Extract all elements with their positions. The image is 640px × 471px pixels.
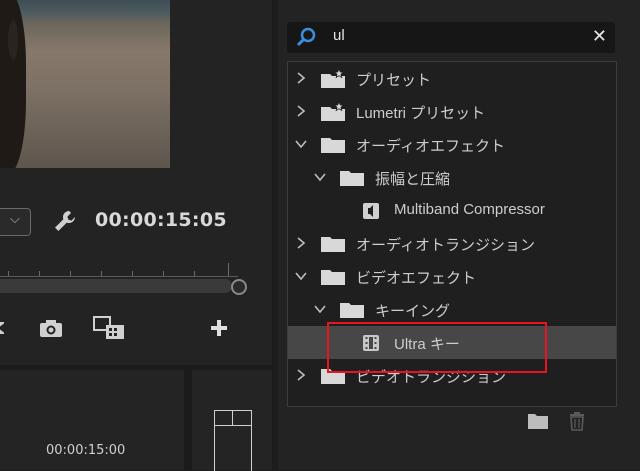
preset-folder-icon [321,69,345,88]
tree-item-audio-effects[interactable]: オーディオエフェクト [288,128,616,161]
tree-item-amplitude-compression[interactable]: 振幅と圧縮 [288,161,616,194]
chevron-down-icon[interactable] [295,138,307,150]
new-bin-icon[interactable] [527,412,549,430]
tree-item-label: キーイング [375,303,451,320]
audio-meter [214,410,252,471]
timeline-timecode: 00:00:15:00 [46,443,126,458]
playhead-timecode[interactable]: 00:00:15:05 [95,209,227,231]
tree-item-label: Multiband Compressor [394,201,545,218]
tree-item-lumetri-presets[interactable]: Lumetri プリセット [288,95,616,128]
chevron-down-icon[interactable] [295,270,307,282]
chevron-down-icon[interactable] [314,171,326,183]
search-icon [296,27,316,47]
chevron-down-icon: ⌵ [10,212,20,227]
chevron-down-icon[interactable] [314,303,326,315]
tree-item-label: 振幅と圧縮 [375,171,451,188]
tree-item-multiband-compressor[interactable]: Multiband Compressor [288,194,616,227]
time-ruler[interactable] [0,258,238,277]
chevron-right-icon[interactable] [295,369,307,381]
folder-icon [321,237,345,252]
zoom-scrollbar[interactable] [0,279,232,293]
audio-effect-icon [363,203,379,219]
step-back-icon[interactable] [0,316,10,340]
search-input[interactable]: ul [333,27,345,44]
tree-item-label: オーディオトランジション [356,237,535,254]
program-monitor-panel: ⌵ 00:00:15:05 00:00:15:00 [0,0,272,471]
chevron-right-icon[interactable] [295,105,307,117]
tree-item-audio-transitions[interactable]: オーディオトランジション [288,227,616,260]
tree-item-label: オーディオエフェクト [356,138,505,155]
tree-item-label: Lumetri プリセット [356,105,486,122]
folder-icon [321,138,345,153]
chevron-right-icon[interactable] [295,237,307,249]
add-icon[interactable] [208,316,230,340]
tree-item-presets[interactable]: プリセット [288,62,616,95]
close-icon[interactable]: ✕ [592,26,607,47]
camera-icon[interactable] [38,316,64,340]
tree-item-video-effects[interactable]: ビデオエフェクト [288,260,616,293]
effects-search-field[interactable]: ul ✕ [287,22,615,53]
video-preview [0,0,170,168]
folder-icon [340,171,364,186]
folder-icon [321,270,345,285]
trash-icon[interactable] [568,411,586,431]
folder-icon [340,303,364,318]
compare-icon[interactable] [92,316,126,340]
tree-item-label: ビデオエフェクト [356,270,477,287]
tree-item-label: プリセット [356,72,432,89]
wrench-icon[interactable] [52,208,78,234]
preset-folder-icon [321,102,345,121]
scrollbar-handle[interactable] [231,279,247,295]
zoom-dropdown[interactable]: ⌵ [0,208,31,236]
chevron-right-icon[interactable] [295,72,307,84]
highlight-box [327,322,547,373]
